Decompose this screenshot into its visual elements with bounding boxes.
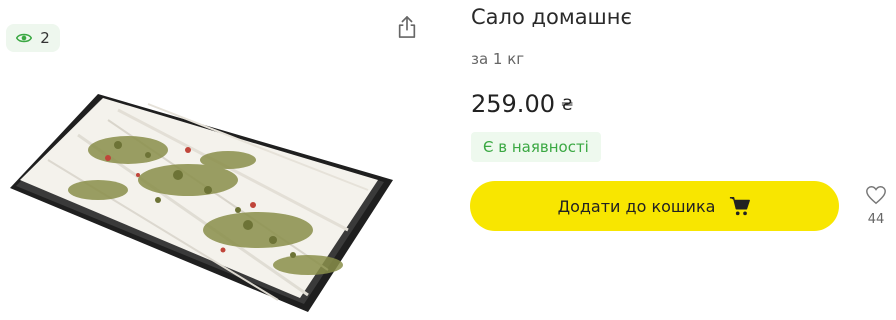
add-to-cart-label: Додати до кошика [557, 196, 716, 216]
product-price: 259.00 ₴ [471, 90, 573, 118]
product-image [10, 94, 393, 312]
stock-status-badge: Є в наявності [471, 132, 601, 162]
price-value: 259.00 [471, 90, 555, 118]
share-button[interactable] [395, 14, 419, 40]
product-unit: за 1 кг [471, 50, 525, 68]
currency-symbol: ₴ [560, 95, 574, 114]
product-title: Сало домашнє [471, 5, 633, 29]
views-count: 2 [40, 29, 50, 47]
eye-icon [16, 33, 33, 43]
wishlist-button[interactable]: 44 [861, 184, 891, 230]
heart-icon [866, 186, 886, 205]
cart-icon [730, 197, 751, 216]
share-icon [398, 16, 416, 38]
add-to-cart-button[interactable]: Додати до кошика [470, 181, 839, 231]
wishlist-count: 44 [867, 212, 885, 227]
views-badge: 2 [6, 24, 60, 52]
